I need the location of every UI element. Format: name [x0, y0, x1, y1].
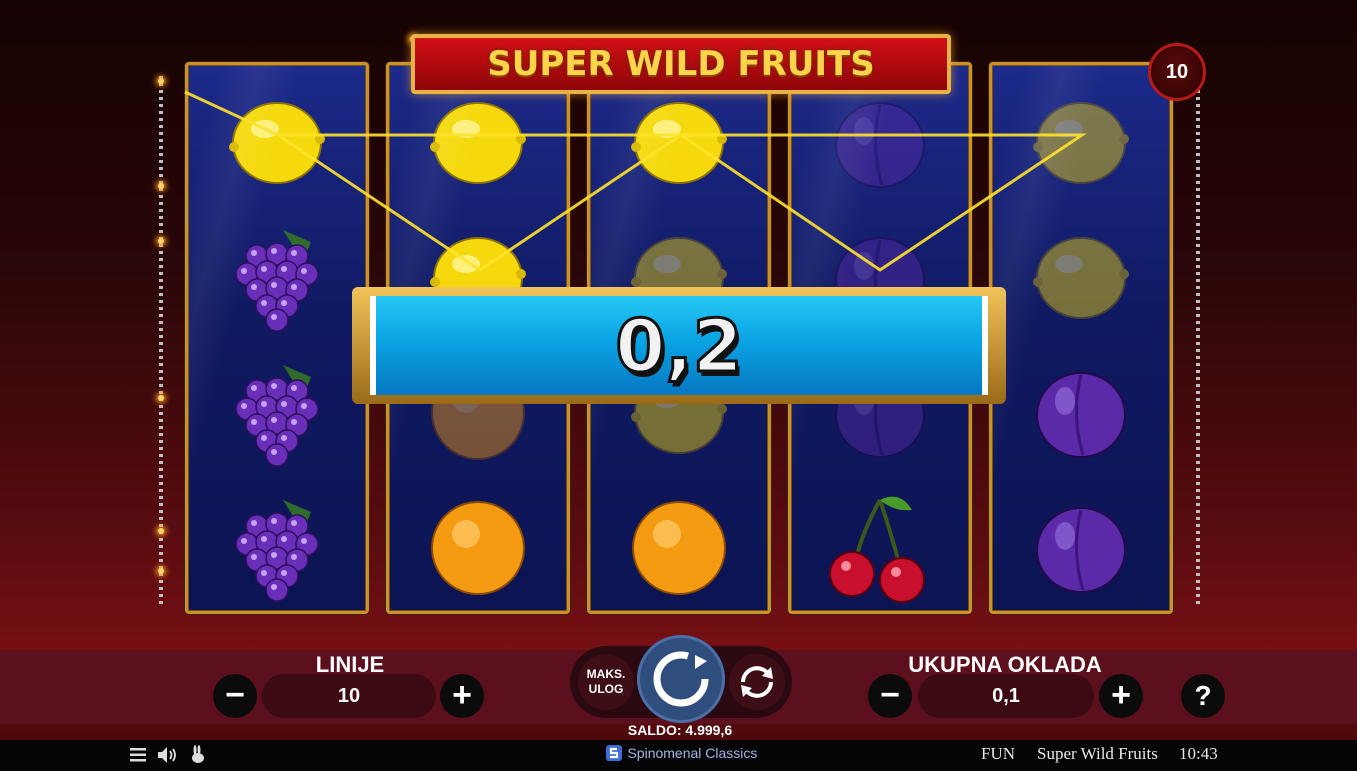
win-banner-inner: 0,2: [370, 296, 988, 395]
menu-icon[interactable]: [130, 748, 146, 762]
game-title: SUPER WILD FRUITS: [487, 44, 875, 84]
bet-minus-button[interactable]: −: [868, 674, 912, 718]
help-button[interactable]: ?: [1181, 674, 1225, 718]
turbo-rabbit-icon[interactable]: [192, 745, 204, 763]
total-bet-value: 0,1: [918, 674, 1094, 718]
lines-plus-button[interactable]: +: [440, 674, 484, 718]
spinomenal-logo-icon: [606, 745, 622, 761]
sound-icon[interactable]: [158, 747, 176, 763]
lines-minus-button[interactable]: −: [213, 674, 257, 718]
autoplay-icon: [741, 666, 773, 698]
footer-game-name: Super Wild Fruits: [1037, 744, 1158, 763]
clock: 10:43: [1179, 744, 1218, 763]
win-amount: 0,2: [614, 303, 745, 390]
footer-icons: [130, 745, 204, 763]
win-banner: 0,2: [352, 287, 1006, 404]
autoplay-button[interactable]: [729, 654, 785, 710]
max-bet-button[interactable]: MAKS. ULOG: [578, 654, 634, 710]
brand-logo: Spinomenal Classics: [605, 744, 757, 764]
spin-button[interactable]: [637, 635, 725, 723]
spin-icon: [653, 651, 709, 707]
balance: SALDO: 4.999,6: [627, 722, 733, 738]
game-title-plate: SUPER WILD FRUITS: [411, 34, 951, 94]
brand-name: Spinomenal Classics: [627, 745, 758, 761]
lines-value: 10: [262, 674, 436, 718]
play-mode: FUN: [981, 744, 1016, 763]
lines-count-badge: 10: [1148, 43, 1206, 101]
bet-plus-button[interactable]: +: [1099, 674, 1143, 718]
